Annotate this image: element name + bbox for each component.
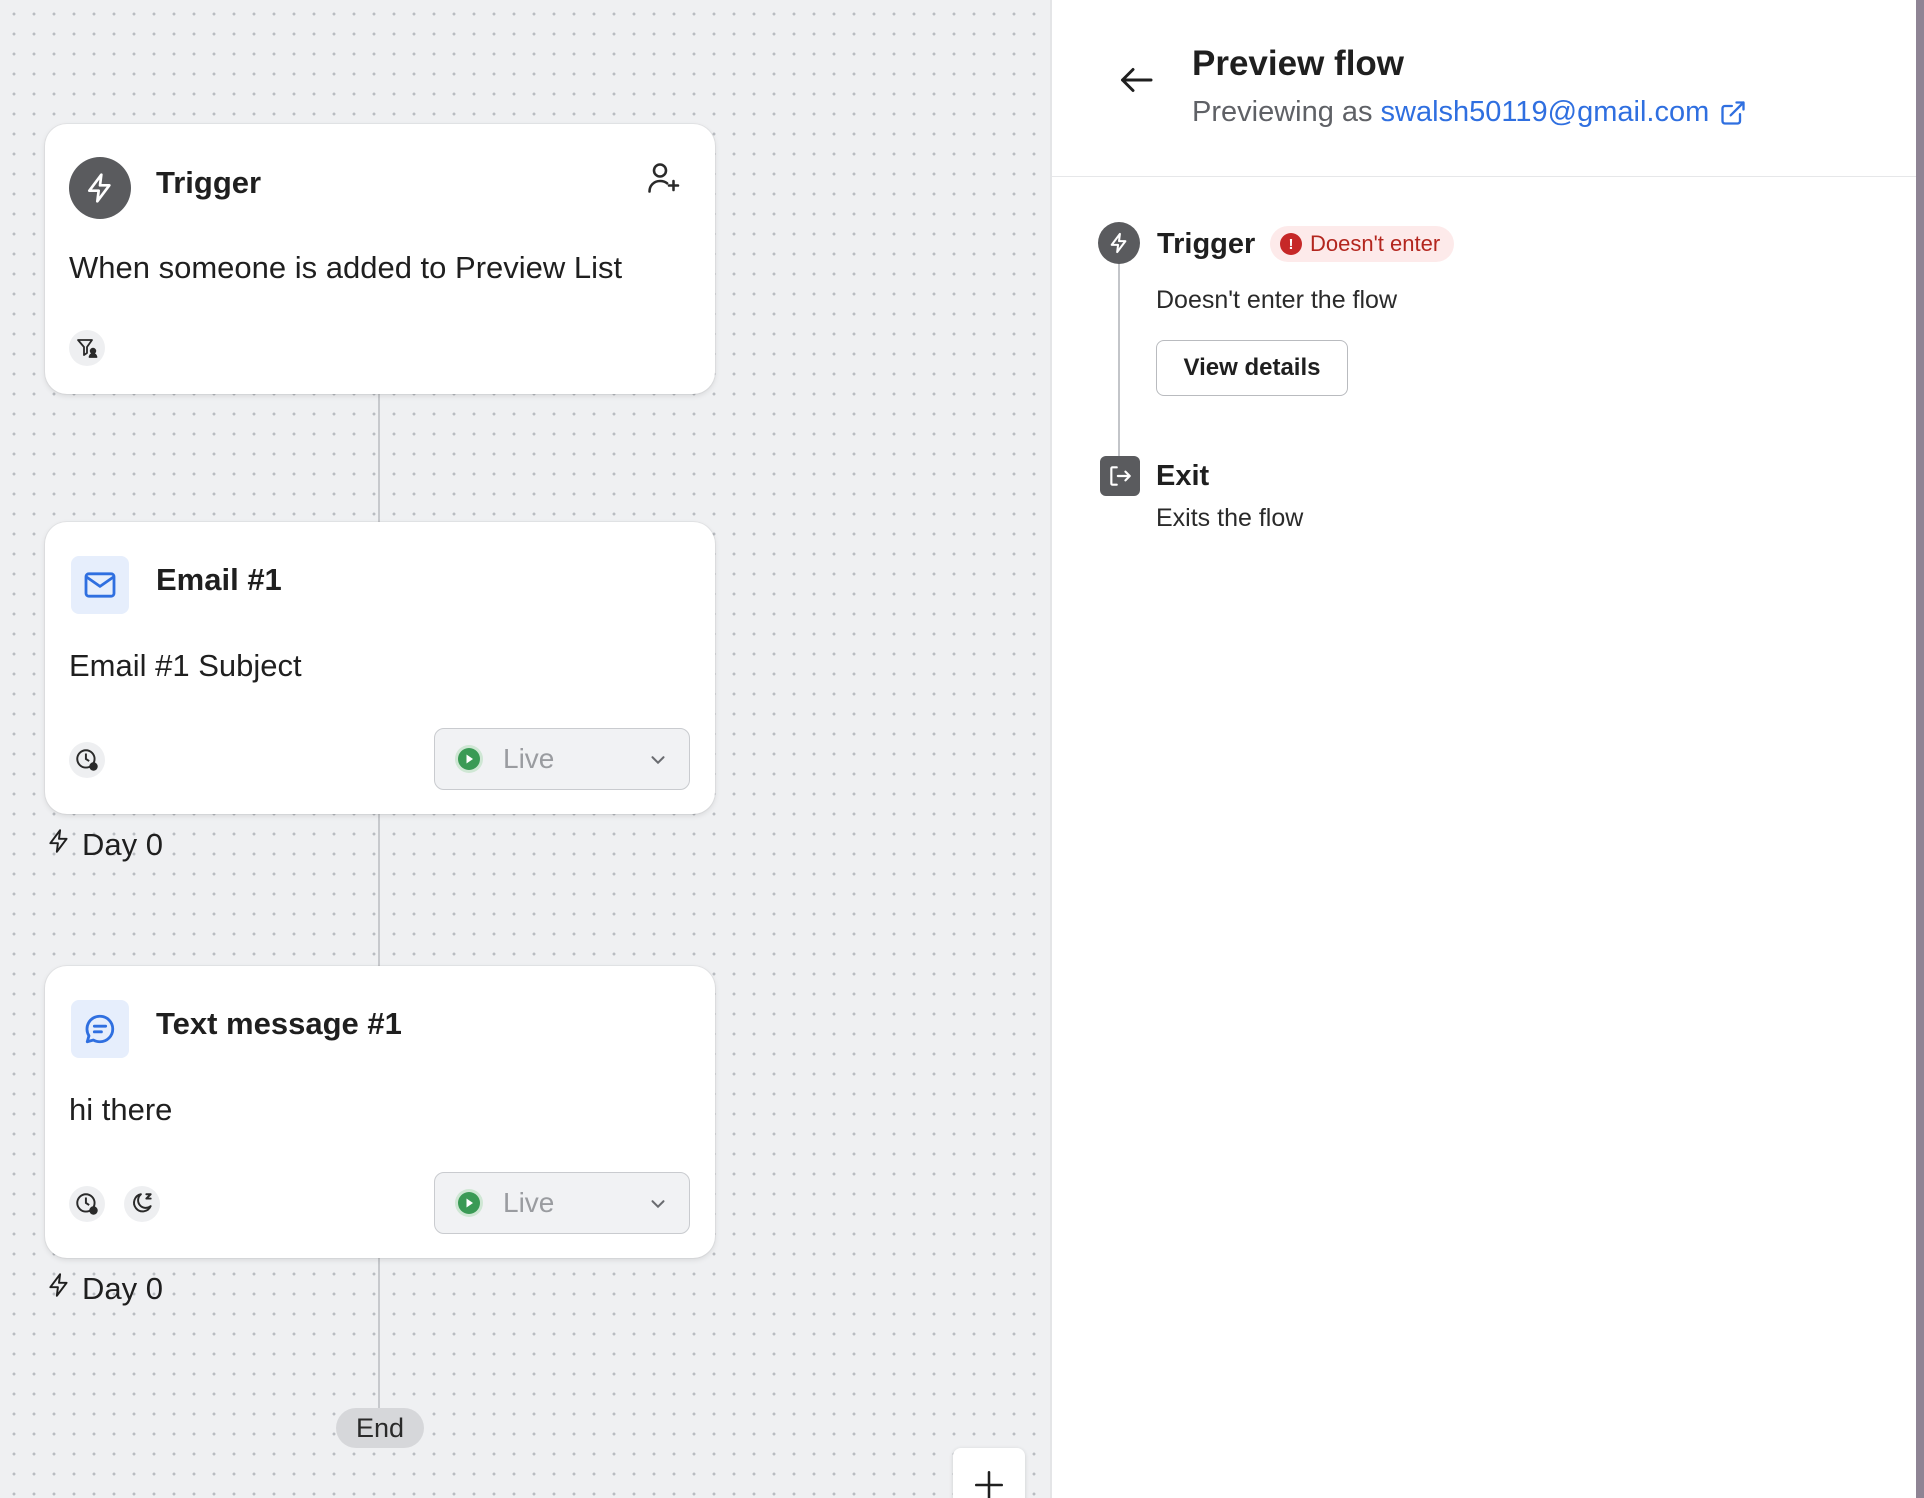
bolt-icon	[46, 1270, 72, 1308]
panel-title: Preview flow	[1192, 44, 1405, 83]
status-badge: ! Doesn't enter	[1270, 226, 1455, 262]
preview-panel: Preview flow Previewing as swalsh50119@g…	[1050, 0, 1918, 1498]
previewing-as: Previewing as swalsh50119@gmail.com	[1192, 96, 1747, 129]
chat-icon	[71, 1000, 129, 1058]
email-status-value: Live	[503, 743, 555, 774]
connector-line	[378, 812, 380, 966]
bolt-icon	[46, 826, 72, 864]
email-status-dropdown[interactable]: Live	[434, 728, 690, 790]
quiet-hours-moon-icon[interactable]	[124, 1186, 160, 1222]
clock-settings-icon[interactable]	[69, 742, 105, 778]
previewing-email-link[interactable]: swalsh50119@gmail.com	[1381, 96, 1710, 129]
connector-line	[378, 392, 380, 522]
timeline-trigger-description: Doesn't enter the flow	[1156, 286, 1398, 314]
trigger-description: When someone is added to Preview List	[69, 250, 623, 285]
chevron-down-icon	[647, 1193, 669, 1220]
chevron-down-icon	[647, 749, 669, 776]
play-icon	[455, 1189, 483, 1217]
external-link-icon[interactable]	[1719, 99, 1747, 127]
sms-card[interactable]: Text message #1 hi there Live	[45, 966, 715, 1258]
email-card[interactable]: Email #1 Email #1 Subject Live	[45, 522, 715, 814]
timeline-exit-title: Exit	[1156, 460, 1210, 492]
filter-person-icon[interactable]	[69, 330, 105, 366]
sms-delay-label: Day 0	[46, 1270, 163, 1308]
person-add-icon[interactable]	[645, 160, 681, 201]
bolt-icon	[69, 157, 131, 219]
flow-canvas[interactable]: Trigger When someone is added to Preview…	[0, 0, 1050, 1498]
email-day-text: Day 0	[82, 827, 163, 862]
timeline-exit-description: Exits the flow	[1156, 504, 1304, 532]
timeline-line	[1118, 258, 1120, 458]
view-details-button[interactable]: View details	[1156, 340, 1348, 396]
back-arrow-icon[interactable]	[1114, 58, 1158, 102]
timeline-trigger-title: Trigger	[1157, 228, 1256, 260]
sms-status-value: Live	[503, 1187, 555, 1218]
trigger-card[interactable]: Trigger When someone is added to Preview…	[45, 124, 715, 394]
panel-divider	[1052, 176, 1918, 177]
add-step-button[interactable]	[953, 1448, 1025, 1498]
play-icon	[455, 745, 483, 773]
sms-body: hi there	[69, 1092, 173, 1127]
plus-icon	[972, 1468, 1006, 1498]
exit-icon	[1100, 456, 1140, 496]
error-icon: !	[1280, 233, 1302, 255]
flow-end-marker: End	[336, 1408, 424, 1448]
window-edge	[1916, 0, 1924, 1498]
clock-settings-icon[interactable]	[69, 1186, 105, 1222]
mail-icon	[71, 556, 129, 614]
previewing-prefix: Previewing as	[1192, 96, 1373, 128]
email-delay-label: Day 0	[46, 826, 163, 864]
sms-day-text: Day 0	[82, 1271, 163, 1306]
bolt-icon	[1098, 222, 1140, 264]
connector-line	[378, 1256, 380, 1408]
status-badge-text: Doesn't enter	[1310, 231, 1441, 256]
trigger-card-title: Trigger	[156, 165, 262, 200]
sms-card-title: Text message #1	[156, 1006, 402, 1041]
email-card-title: Email #1	[156, 562, 282, 597]
email-subject: Email #1 Subject	[69, 648, 302, 683]
sms-status-dropdown[interactable]: Live	[434, 1172, 690, 1234]
